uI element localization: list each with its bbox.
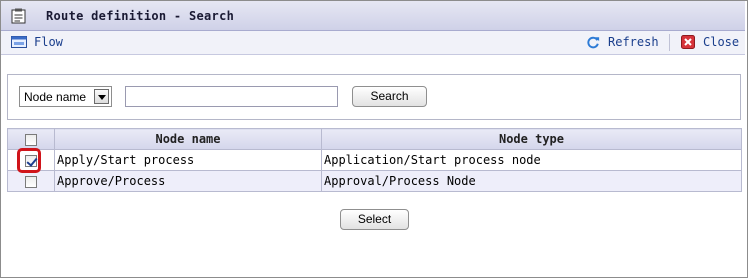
flow-label: Flow: [34, 35, 63, 49]
table-row[interactable]: Apply/Start process Application/Start pr…: [7, 149, 742, 171]
toolbar: Flow Refresh Close: [1, 31, 745, 55]
close-label: Close: [703, 35, 740, 49]
page-title: Route definition - Search: [46, 9, 235, 23]
refresh-button[interactable]: Refresh: [585, 33, 659, 51]
search-field-value: Node name: [24, 90, 87, 104]
column-header-node-name[interactable]: Node name: [54, 128, 322, 150]
select-all-cell: [7, 128, 55, 150]
toolbar-divider: [669, 34, 670, 51]
chevron-down-icon[interactable]: [94, 89, 109, 104]
clipboard-icon: [11, 8, 26, 24]
node-name-cell: Apply/Start process: [54, 149, 322, 171]
search-field-select[interactable]: Node name: [19, 86, 112, 107]
row-checkbox-cell: [7, 170, 55, 192]
node-name-cell: Approve/Process: [54, 170, 322, 192]
search-panel: Node name Search: [7, 74, 741, 120]
title-bar: Route definition - Search: [1, 1, 745, 31]
select-button[interactable]: Select: [340, 209, 409, 230]
close-icon: [681, 35, 695, 49]
select-all-checkbox[interactable]: [25, 133, 37, 146]
table-header-row: Node name Node type: [7, 128, 742, 150]
row-checkbox[interactable]: [25, 175, 37, 188]
search-button[interactable]: Search: [352, 86, 427, 107]
table-row[interactable]: Approve/Process Approval/Process Node: [7, 170, 742, 192]
column-header-node-type[interactable]: Node type: [321, 128, 742, 150]
node-type-cell: Approval/Process Node: [321, 170, 742, 192]
checkbox-highlight-annotation: [17, 148, 41, 173]
search-input[interactable]: [125, 86, 338, 107]
node-table: Node name Node type Apply/Start process …: [7, 128, 742, 192]
flow-button[interactable]: Flow: [11, 33, 63, 51]
node-type-cell: Application/Start process node: [321, 149, 742, 171]
refresh-icon: [587, 36, 600, 49]
close-button[interactable]: Close: [680, 33, 739, 51]
flow-icon: [11, 36, 27, 48]
refresh-label: Refresh: [608, 35, 659, 49]
